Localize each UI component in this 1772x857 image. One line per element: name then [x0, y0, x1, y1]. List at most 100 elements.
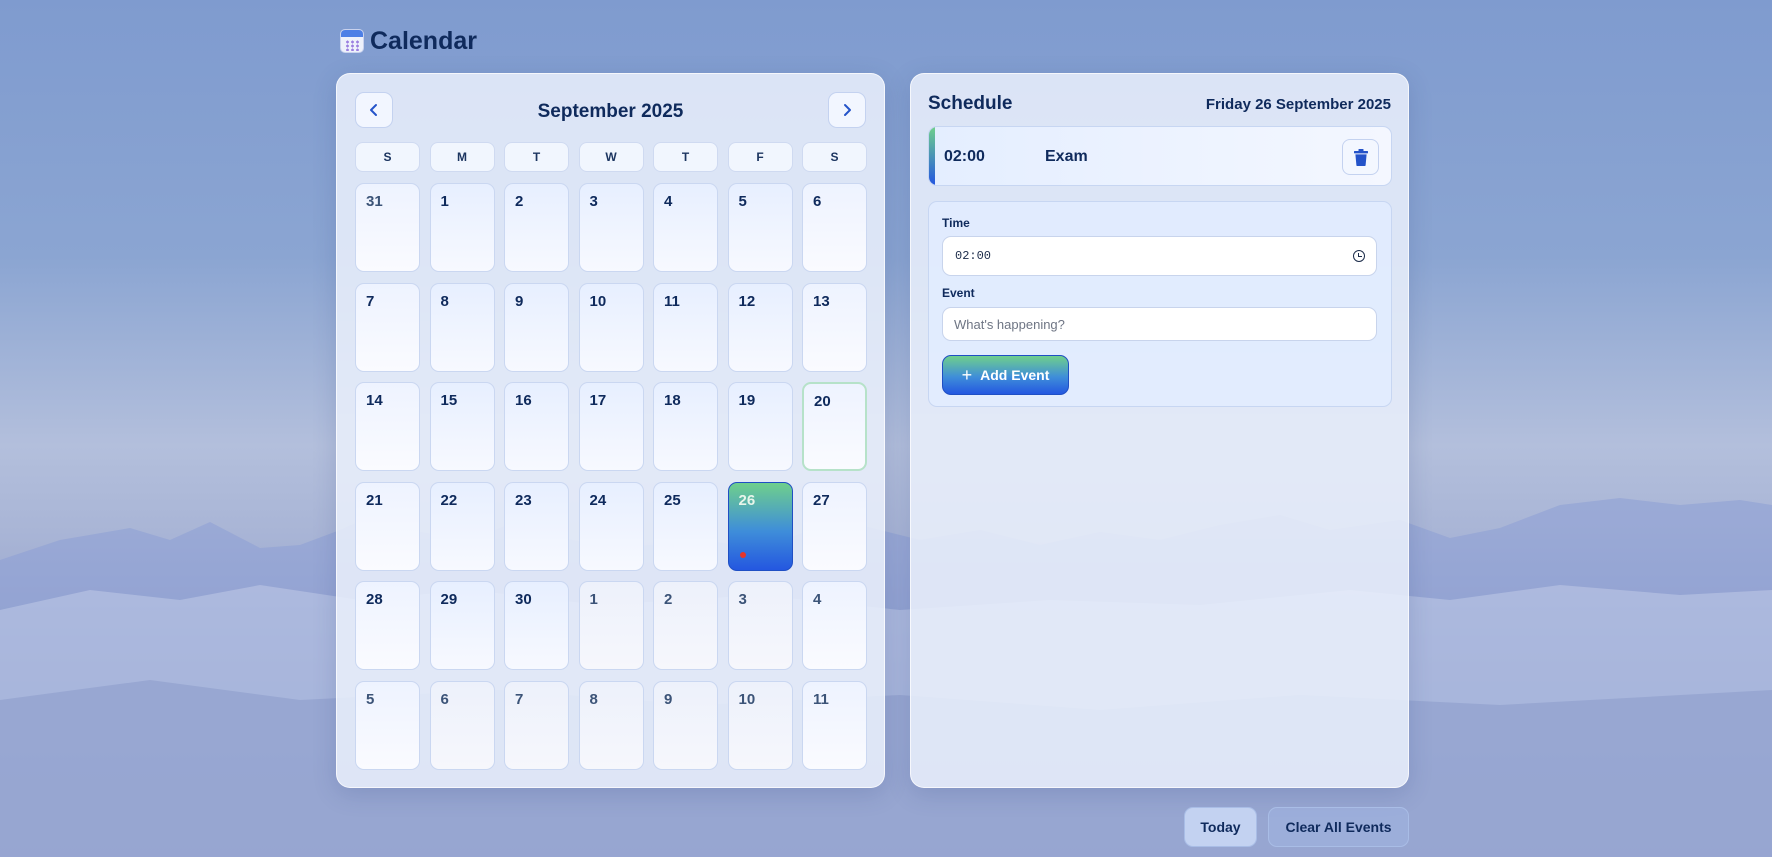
calendar-icon: [340, 29, 364, 53]
chevron-right-icon: [844, 104, 851, 116]
day-number: 24: [589, 491, 607, 509]
day-number: 19: [738, 392, 756, 409]
day-number: 22: [440, 491, 458, 509]
day-cell[interactable]: 1: [429, 183, 495, 272]
mountain-background: [0, 498, 1772, 857]
app-header: Calendar: [340, 26, 477, 56]
day-cell[interactable]: 28: [355, 581, 420, 670]
weekday-label: M: [429, 142, 495, 172]
event-input[interactable]: [942, 307, 1377, 341]
time-input[interactable]: 02:00: [942, 236, 1377, 276]
day-number: 3: [589, 193, 598, 210]
delete-event-button[interactable]: [1342, 139, 1379, 175]
day-cell[interactable]: 12: [727, 282, 793, 372]
clear-all-events-button[interactable]: Clear All Events: [1268, 807, 1409, 847]
day-cell[interactable]: 17: [578, 382, 644, 471]
day-number: 4: [664, 193, 673, 210]
day-cell[interactable]: 31: [355, 183, 420, 272]
day-number: 6: [813, 193, 822, 210]
event-accent-bar: [929, 127, 935, 185]
day-cell[interactable]: 8: [429, 282, 495, 372]
day-number: 4: [813, 591, 822, 608]
day-cell[interactable]: 9: [504, 282, 569, 372]
day-number: 5: [366, 690, 375, 708]
day-cell[interactable]: 21: [355, 481, 420, 571]
day-cell[interactable]: 11: [802, 680, 867, 770]
next-month-button[interactable]: [828, 92, 866, 128]
day-cell[interactable]: 25: [653, 481, 718, 571]
add-event-button[interactable]: + Add Event: [942, 355, 1069, 395]
day-number: 10: [738, 690, 756, 708]
day-number: 17: [589, 392, 607, 409]
day-cell[interactable]: 7: [355, 282, 420, 372]
day-cell-today[interactable]: 20: [802, 382, 867, 471]
day-number: 16: [515, 392, 532, 409]
day-number: 25: [664, 491, 681, 509]
day-cell[interactable]: 3: [727, 581, 793, 670]
day-number: 27: [813, 491, 830, 509]
day-cell[interactable]: 16: [504, 382, 569, 471]
day-cell[interactable]: 18: [653, 382, 718, 471]
day-number: 11: [664, 292, 680, 310]
day-cell[interactable]: 23: [504, 481, 569, 571]
day-number: 15: [440, 392, 458, 409]
day-cell-selected[interactable]: 26: [727, 481, 793, 571]
weekday-label: T: [653, 142, 718, 172]
day-cell[interactable]: 27: [802, 481, 867, 571]
day-cell[interactable]: 6: [429, 680, 495, 770]
plus-icon: +: [961, 365, 973, 385]
day-number: 12: [738, 292, 756, 310]
day-number: 30: [515, 591, 532, 608]
day-cell[interactable]: 5: [727, 183, 793, 272]
day-number: 3: [738, 591, 747, 608]
day-cell[interactable]: 15: [429, 382, 495, 471]
schedule-panel: Schedule Friday 26 September 2025 02:00 …: [910, 73, 1409, 788]
calendar-panel: September 2025 SMTWTFS 31 1 2 3 4 5 6 7 8 9 10 11 12…: [336, 73, 885, 788]
day-cell[interactable]: 6: [802, 183, 867, 272]
weekday-label: F: [727, 142, 793, 172]
day-cell[interactable]: 7: [504, 680, 569, 770]
day-cell[interactable]: 3: [578, 183, 644, 272]
weekday-label: S: [355, 142, 420, 172]
today-button[interactable]: Today: [1184, 807, 1257, 847]
day-cell[interactable]: 10: [578, 282, 644, 372]
day-cell[interactable]: 4: [802, 581, 867, 670]
event-name: Exam: [1045, 148, 1088, 165]
day-cell[interactable]: 4: [653, 183, 718, 272]
add-event-form: Time 02:00 Event + Add Event: [928, 201, 1392, 407]
day-cell[interactable]: 5: [355, 680, 420, 770]
day-number: 18: [664, 392, 681, 409]
schedule-title: Schedule: [928, 93, 1013, 114]
day-cell[interactable]: 1: [578, 581, 644, 670]
trash-icon: [1353, 148, 1368, 166]
event-label: Event: [942, 286, 975, 300]
day-cell[interactable]: 22: [429, 481, 495, 571]
day-number: 20: [814, 393, 831, 410]
day-cell[interactable]: 9: [653, 680, 718, 770]
selected-date-label: Friday 26 September 2025: [1205, 96, 1391, 113]
day-cell[interactable]: 24: [578, 481, 644, 571]
time-input-value: 02:00: [955, 249, 992, 263]
day-cell[interactable]: 10: [727, 680, 793, 770]
event-time: 02:00: [944, 148, 985, 165]
day-number: 11: [813, 690, 829, 708]
clock-icon[interactable]: [1353, 250, 1365, 262]
day-cell[interactable]: 13: [802, 282, 867, 372]
weekday-label: T: [504, 142, 569, 172]
day-number: 23: [515, 491, 532, 509]
day-number: 9: [515, 292, 524, 310]
day-cell[interactable]: 2: [653, 581, 718, 670]
day-number: 10: [589, 292, 607, 310]
day-cell[interactable]: 29: [429, 581, 495, 670]
day-number: 7: [366, 292, 375, 310]
app-title: Calendar: [370, 26, 477, 55]
day-cell[interactable]: 11: [653, 282, 718, 372]
day-cell[interactable]: 30: [504, 581, 569, 670]
day-number: 6: [440, 690, 449, 708]
day-cell[interactable]: 8: [578, 680, 644, 770]
day-cell[interactable]: 19: [727, 382, 793, 471]
event-item[interactable]: 02:00 Exam: [928, 126, 1392, 186]
day-cell[interactable]: 14: [355, 382, 420, 471]
day-cell[interactable]: 2: [504, 183, 569, 272]
day-number: 21: [366, 491, 383, 509]
